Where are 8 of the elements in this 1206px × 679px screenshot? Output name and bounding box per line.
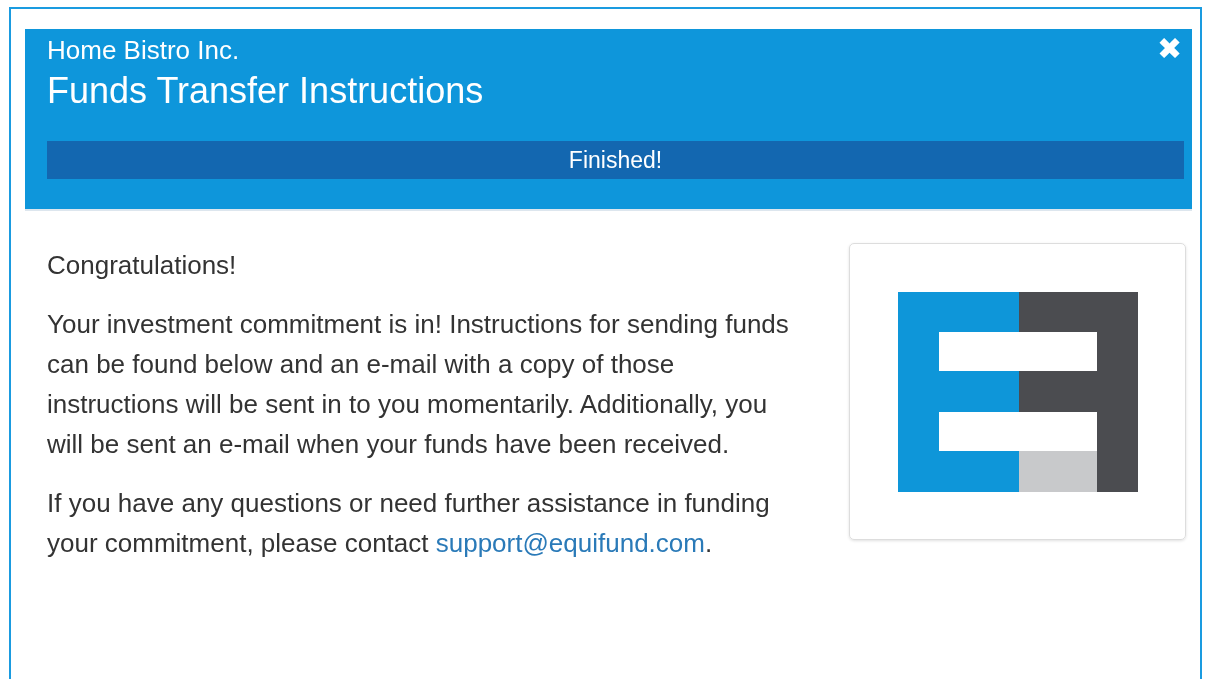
support-email-link[interactable]: support@equifund.com <box>435 528 705 558</box>
instructions-paragraph: Your investment commitment is in! Instructions for sending funds can be found below and an e-mail with a copy of those instructions will be sent in to you momentarily. Additionally, you will be sent an e-mail when your funds have been received. <box>47 308 790 461</box>
company-name: Home Bistro Inc. <box>47 34 241 67</box>
contact-paragraph: If you have any questions or need further assistance in funding your commitment, please contact support@equifund.com. <box>47 487 771 560</box>
modal-title: Funds Transfer Instructions <box>47 69 484 113</box>
progress-label: Finished! <box>568 146 663 174</box>
greeting: Congratulations! <box>47 249 238 282</box>
close-button[interactable]: ✖ <box>1155 33 1184 65</box>
